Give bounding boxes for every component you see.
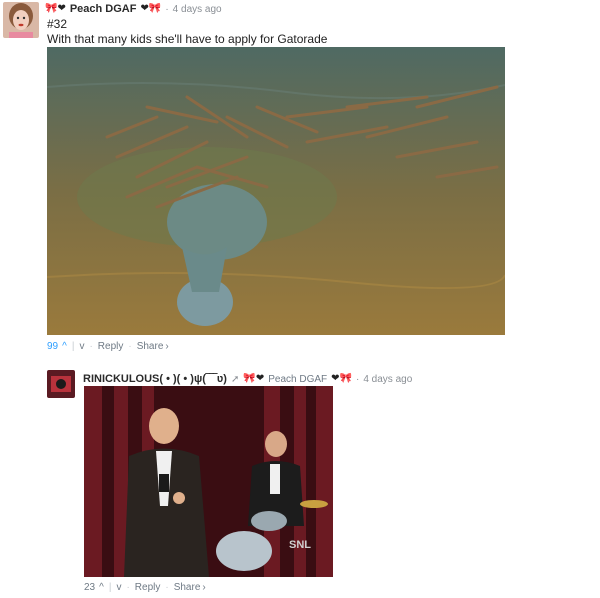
bow-heart-emoji: 🎀❤: [45, 3, 66, 14]
vote-count: 99: [47, 341, 59, 352]
avatar[interactable]: [47, 370, 75, 398]
comment-image[interactable]: [47, 47, 505, 335]
timestamp[interactable]: 4 days ago: [363, 374, 412, 385]
upvote-icon[interactable]: ^: [99, 582, 104, 593]
downvote-icon[interactable]: v: [79, 341, 84, 352]
comment-number: #32: [47, 17, 68, 31]
downvote-icon[interactable]: v: [116, 582, 121, 593]
heart-bow-emoji: ❤🎀: [331, 373, 352, 384]
separator-dot: ·: [165, 3, 169, 15]
timestamp[interactable]: 4 days ago: [173, 4, 222, 15]
chevron-right-icon[interactable]: ›: [202, 582, 205, 593]
comment-gif[interactable]: SNL: [84, 386, 333, 577]
comment-actions: 99 ^ | v · Reply · Share ›: [47, 341, 169, 352]
divider: |: [71, 341, 75, 352]
reply-to-user[interactable]: Peach DGAF: [268, 374, 327, 385]
reply-arrow-icon: ➚: [230, 373, 240, 385]
username[interactable]: Peach DGAF: [70, 3, 137, 15]
svg-text:SNL: SNL: [289, 539, 311, 551]
share-button[interactable]: Share: [137, 341, 164, 352]
share-button[interactable]: Share: [174, 582, 201, 593]
comment-actions: 23 ^ | v · Reply · Share ›: [84, 582, 206, 593]
heart-bow-emoji: ❤🎀: [140, 3, 162, 14]
reply-button[interactable]: Reply: [98, 341, 124, 352]
bow-heart-emoji: 🎀❤: [243, 373, 265, 384]
avatar[interactable]: [3, 2, 39, 38]
divider: |: [108, 582, 112, 593]
reply-button[interactable]: Reply: [135, 582, 161, 593]
comment-text: With that many kids she'll have to apply…: [47, 32, 328, 46]
chevron-right-icon[interactable]: ›: [165, 341, 168, 352]
upvote-icon[interactable]: ^: [62, 341, 67, 352]
vote-count: 23: [84, 582, 96, 593]
username[interactable]: RINICKULOUS( • )( • )ψ(‾‾‾ʋ): [83, 373, 227, 385]
